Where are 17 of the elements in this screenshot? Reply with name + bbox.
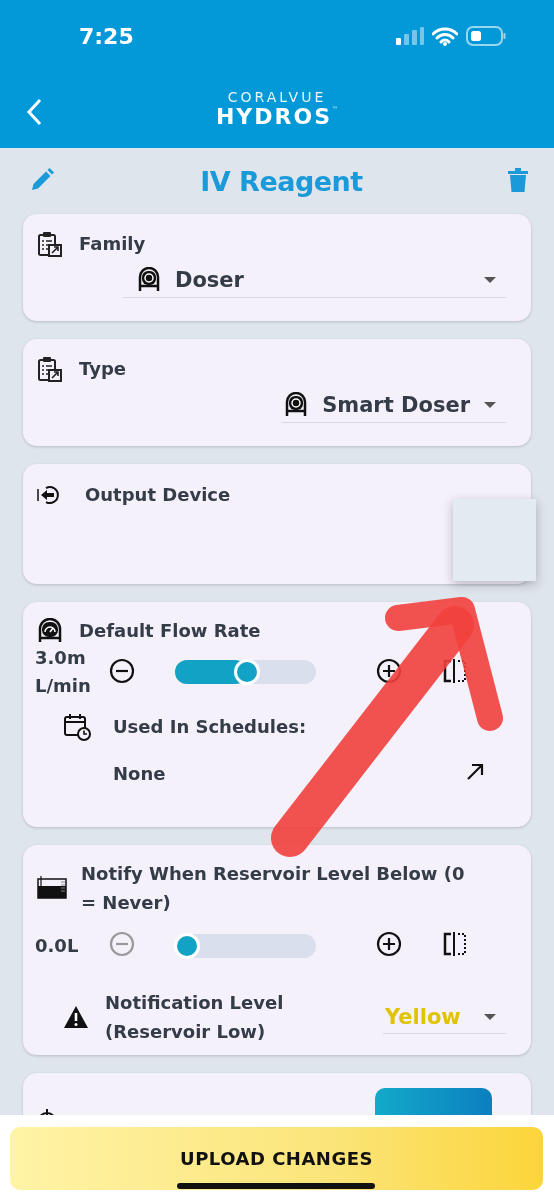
status-time: 7:25 [79,23,134,49]
logo-wordmark: HYDROS [215,105,333,129]
schedules-label: Used In Schedules: [113,715,307,739]
card-label: Output Device [85,483,231,507]
dropdown-field[interactable]: Smart Doser [282,388,506,423]
page-title: IV Reagent [200,165,363,197]
logo-subtitle: CORALVUE [227,89,327,105]
value-reading: 0.0L [35,933,80,958]
card-label: Family [79,232,146,256]
card-label: Notify When Reservoir Level Below (0 = Never) [81,862,466,915]
dropdown-field[interactable]: Doser [123,263,506,298]
card-label: Default Flow Rate [79,619,261,643]
value-reading: 3.0m L/min [35,646,92,698]
notification-label: Notification Level (Reservoir Low) [105,991,285,1044]
schedules-value: None [113,762,166,786]
upload-changes-button[interactable]: UPLOAD CHANGES [10,1127,543,1190]
card-label: Type [79,357,126,381]
